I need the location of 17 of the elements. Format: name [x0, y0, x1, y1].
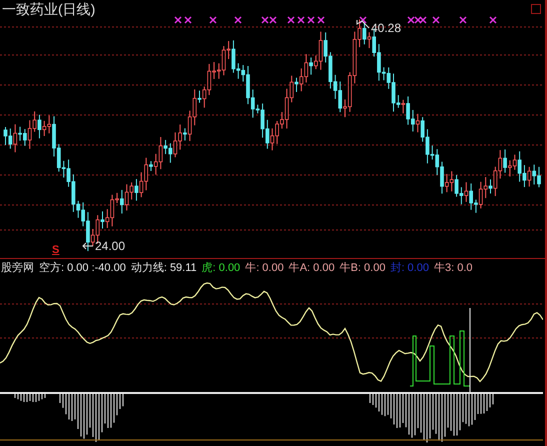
chart-title: 一致药业(日线): [2, 0, 96, 18]
signal-label: S: [52, 244, 60, 256]
indicator-reading: 牛3: 0.0: [434, 260, 472, 276]
signal-step-line: [410, 330, 470, 386]
indicator-reading: 牛: 0.00: [245, 260, 284, 276]
indicator-reading: 牛B: 0.00: [340, 260, 386, 276]
indicator-reading: 空方: 0.00 :-40.00: [39, 260, 126, 276]
high-price-label: 40.28: [371, 21, 402, 35]
low-price-label: 24.00: [95, 239, 126, 253]
indicator-reading: 封: 0.00: [390, 260, 429, 276]
left-arrow-icon: [82, 242, 94, 250]
high-leader-line: [356, 20, 370, 30]
indicator-reading: 动力线: 59.11: [130, 260, 197, 276]
indicator-reading: 牛A: 0.00: [288, 260, 335, 276]
window-toggle-icon[interactable]: [531, 4, 541, 14]
indicator-name: 股旁网: [1, 260, 34, 276]
indicator-reading: 虎: 0.00: [202, 260, 240, 276]
